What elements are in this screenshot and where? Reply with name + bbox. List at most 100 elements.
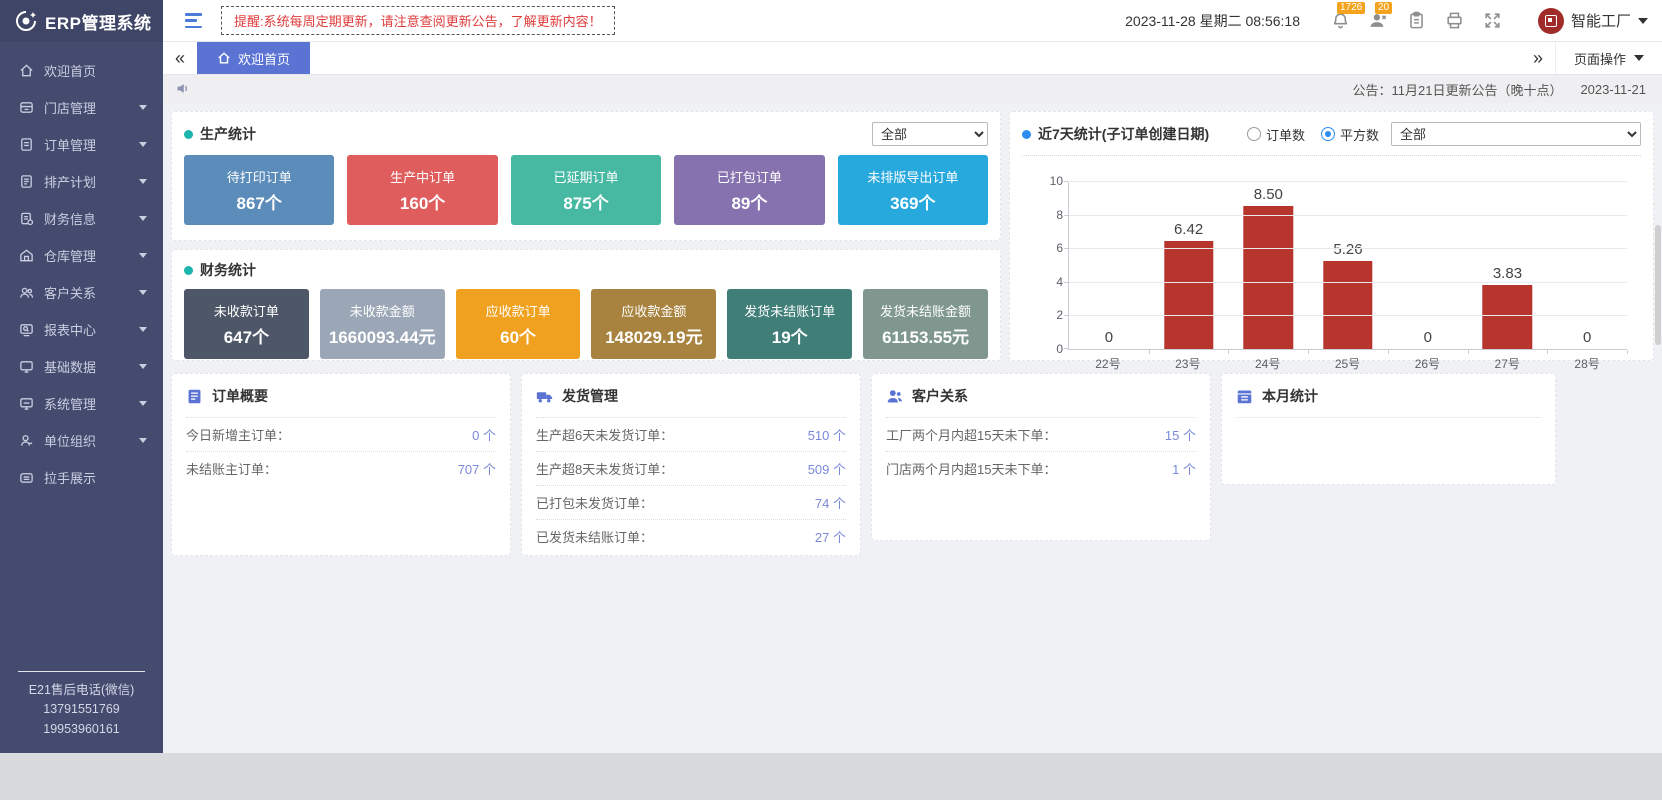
panel-row-value[interactable]: 27 个: [815, 527, 846, 546]
x-axis-label: 26号: [1387, 355, 1467, 372]
panel-row-label: 已发货未结账订单：: [536, 527, 653, 546]
sidebar-item-label: 系统管理: [44, 394, 139, 413]
app-title: ERP管理系统: [45, 9, 151, 34]
page-actions-menu[interactable]: 页面操作: [1555, 42, 1662, 74]
panel-row-value[interactable]: 707 个: [458, 459, 496, 478]
sidebar-item-5[interactable]: 仓库管理: [0, 237, 163, 274]
caret-down-icon: [139, 401, 147, 406]
finance-icon: [19, 211, 35, 227]
stat-card[interactable]: 未收款订单647个: [184, 289, 309, 359]
stat-card-label: 发货未结账订单: [744, 301, 835, 320]
panel-row: 门店两个月内超15天未下单：1 个: [886, 451, 1196, 485]
bell-icon[interactable]: 1726: [1331, 11, 1351, 31]
sidebar-item-label: 门店管理: [44, 98, 139, 117]
sidebar-item-9[interactable]: 系统管理: [0, 385, 163, 422]
sidebar-item-11[interactable]: 拉手展示: [0, 459, 163, 496]
stat-card[interactable]: 未收款金额1660093.44元: [320, 289, 445, 359]
x-axis-label: 22号: [1068, 355, 1148, 372]
radio-label: 订单数: [1266, 125, 1305, 144]
chart-bar-value: 0: [1547, 329, 1627, 346]
radio-label: 平方数: [1340, 125, 1379, 144]
sidebar-item-label: 单位组织: [44, 431, 139, 450]
erp-app: ERP管理系统 提醒:系统每周定期更新，请注意查阅更新公告，了解更新内容！ 20…: [0, 0, 1662, 800]
user-notify-icon[interactable]: 20: [1369, 11, 1389, 31]
customer-relations-panel: 客户关系 工厂两个月内超15天未下单：15 个门店两个月内超15天未下单：1 个: [871, 373, 1211, 541]
account-menu[interactable]: 智能工厂: [1538, 8, 1648, 34]
stat-card[interactable]: 待打印订单867个: [184, 155, 334, 225]
sidebar-item-6[interactable]: 客户关系: [0, 274, 163, 311]
stat-card[interactable]: 应收款金额148029.19元: [591, 289, 716, 359]
radio-option[interactable]: 平方数: [1321, 125, 1379, 144]
stat-card-value: 875个: [563, 189, 608, 214]
scrollbar-thumb[interactable]: [1655, 225, 1661, 345]
stat-card[interactable]: 已打包订单89个: [674, 155, 824, 225]
tabs-scroll-right[interactable]: »: [1521, 42, 1555, 74]
panel-row-value[interactable]: 15 个: [1165, 425, 1196, 444]
panel-separator: [1236, 417, 1541, 418]
x-axis-label: 28号: [1547, 355, 1627, 372]
sidebar-item-10[interactable]: 单位组织: [0, 422, 163, 459]
panel-row-value[interactable]: 1 个: [1172, 459, 1196, 478]
order-icon: [19, 137, 35, 153]
stat-card[interactable]: 未排版导出订单369个: [838, 155, 988, 225]
radio-circle-icon: [1247, 127, 1261, 141]
stat-card[interactable]: 发货未结账订单 19个: [727, 289, 852, 359]
stat-card-label: 生产中订单: [390, 167, 455, 186]
home-icon: [217, 51, 231, 65]
chart-bar-value: 8.50: [1228, 186, 1308, 203]
panel-row-label: 生产超8天未发货订单：: [536, 459, 673, 478]
sidebar-item-7[interactable]: 报表中心: [0, 311, 163, 348]
clipboard-icon[interactable]: [1407, 11, 1427, 31]
production-filter-select[interactable]: 全部: [872, 122, 988, 146]
chart-bar: [1244, 206, 1293, 349]
tabs-scroll-left[interactable]: «: [163, 42, 197, 74]
sidebar-footer-divider: [18, 671, 145, 672]
stat-card[interactable]: 生产中订单160个: [347, 155, 497, 225]
radio-circle-icon: [1321, 127, 1335, 141]
stat-card[interactable]: 应收款订单60个: [456, 289, 581, 359]
chart-x-labels: 22号23号24号25号26号27号28号: [1068, 355, 1627, 372]
org-icon: [19, 433, 35, 449]
store-icon: [19, 100, 35, 116]
order-summary-icon: [186, 388, 203, 405]
sidebar-item-1[interactable]: 门店管理: [0, 89, 163, 126]
tab-home[interactable]: 欢迎首页: [197, 42, 310, 74]
sidebar-item-label: 财务信息: [44, 209, 139, 228]
announcement-link[interactable]: 公告：11月21日更新公告（晚十点）: [1352, 80, 1562, 99]
caret-down-icon: [139, 327, 147, 332]
avatar: [1538, 8, 1564, 34]
x-tick: [1149, 350, 1150, 354]
sidebar-menu: 欢迎首页门店管理订单管理排产计划财务信息仓库管理客户关系报表中心基础数据系统管理…: [0, 42, 163, 661]
section-bullet-icon: [184, 266, 193, 275]
section-bullet-icon: [1022, 130, 1031, 139]
panel-row: 已发货未结账订单： 27 个: [536, 519, 846, 553]
sidebar-item-3[interactable]: 排产计划: [0, 163, 163, 200]
caret-down-icon: [139, 438, 147, 443]
stat-card[interactable]: 已延期订单875个: [511, 155, 661, 225]
finance-stats-title: 财务统计: [200, 260, 256, 280]
dashboard-content: 生产统计 全部 待打印订单867个生产中订单160个已延期订单875个已打包订单…: [163, 103, 1662, 753]
printer-icon[interactable]: [1445, 11, 1465, 31]
sidebar-item-4[interactable]: 财务信息: [0, 200, 163, 237]
finance-stats-panel: 财务统计 未收款订单647个未收款金额1660093.44元应收款订单60个应收…: [171, 249, 1001, 361]
stat-card-value: 647个: [224, 323, 269, 348]
panel-rows: 今日新增主订单：0 个未结账主订单：707 个: [186, 417, 496, 485]
collapse-menu-icon[interactable]: [185, 13, 205, 28]
stat-card[interactable]: 发货未结账金额61153.55元: [863, 289, 988, 359]
panel-row-value[interactable]: 510 个: [808, 425, 846, 444]
panel-row-value[interactable]: 74 个: [815, 493, 846, 512]
sidebar-item-8[interactable]: 基础数据: [0, 348, 163, 385]
panel-row-value[interactable]: 509 个: [808, 459, 846, 478]
chart-filter-select[interactable]: 全部: [1391, 122, 1641, 146]
x-axis-label: 25号: [1308, 355, 1388, 372]
main-area: « 欢迎首页 » 页面操作 公告：11月21日更新公告（晚十点）: [163, 42, 1662, 753]
panel-row-value[interactable]: 0 个: [472, 425, 496, 444]
tab-bar: « 欢迎首页 » 页面操作: [163, 42, 1662, 75]
radio-option[interactable]: 订单数: [1247, 125, 1305, 144]
stat-card-value: 19个: [772, 323, 808, 348]
panel-rows: 工厂两个月内超15天未下单：15 个门店两个月内超15天未下单：1 个: [886, 417, 1196, 485]
sidebar-item-0[interactable]: 欢迎首页: [0, 52, 163, 89]
sidebar-item-2[interactable]: 订单管理: [0, 126, 163, 163]
fullscreen-icon[interactable]: [1483, 11, 1503, 31]
report-icon: [19, 322, 35, 338]
